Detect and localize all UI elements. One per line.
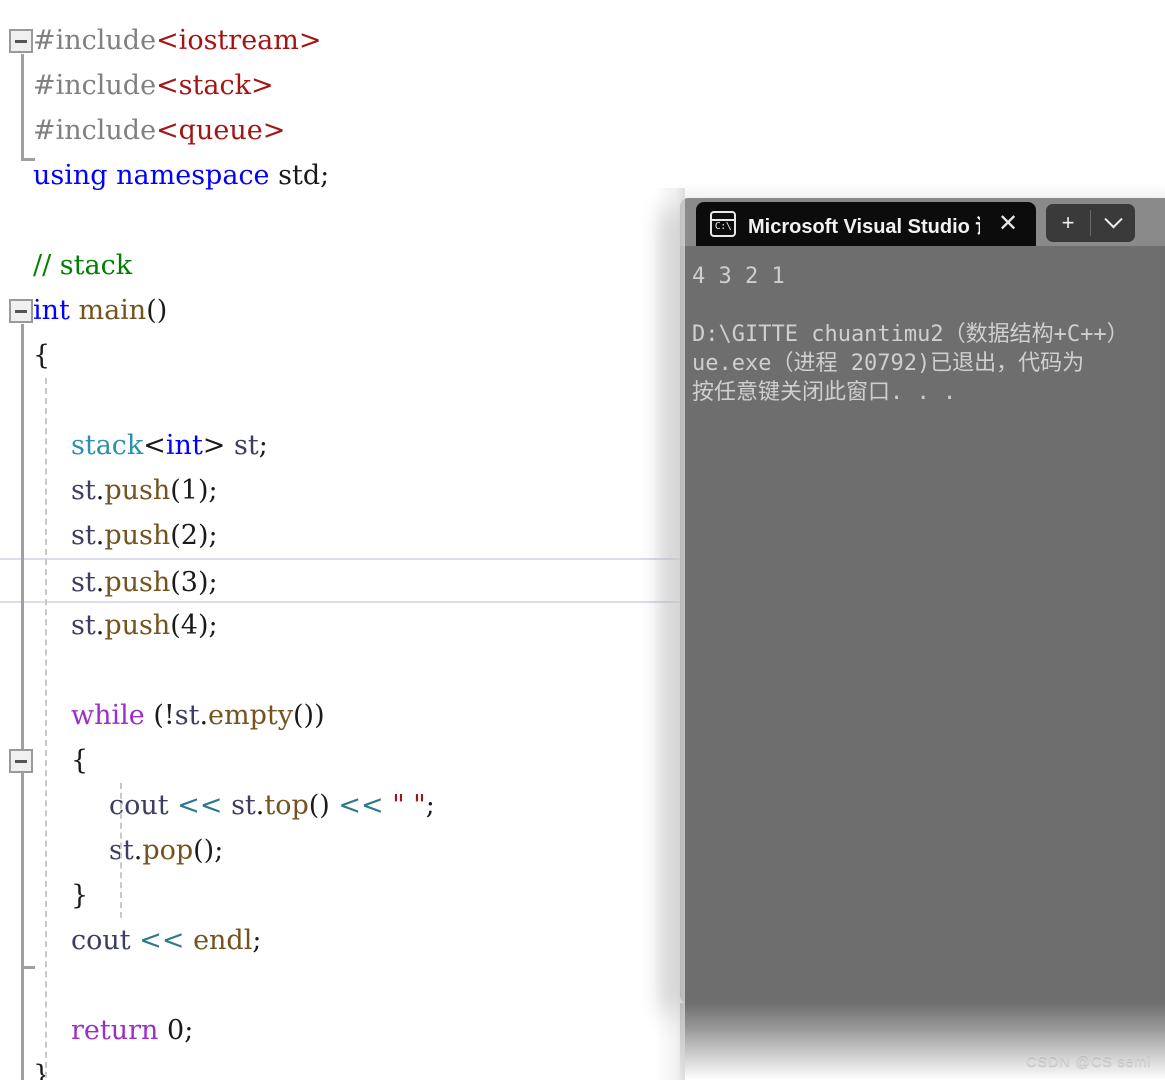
terminal-tab[interactable]: C:\ Microsoft Visual Studio 调试控 ✕ — [696, 202, 1037, 246]
fold-toggle-button[interactable] — [9, 29, 33, 53]
console-output-area[interactable]: 4 3 2 1 D:\GITTE chuantimu2（数据结构+C++） ue… — [680, 246, 1165, 1004]
fold-rail-end — [21, 966, 35, 969]
terminal-tab-title: Microsoft Visual Studio 调试控 — [748, 215, 980, 238]
watermark: CSDN @CS semi — [1025, 1053, 1151, 1070]
code-token: stack — [71, 430, 144, 461]
code-line[interactable]: #include<iostream> — [0, 18, 1165, 63]
code-token: main — [78, 295, 147, 326]
code-token: < — [143, 430, 166, 461]
code-token: ); — [197, 567, 218, 598]
code-token: ); — [197, 520, 218, 551]
code-token: #include — [33, 70, 157, 101]
code-token: int — [165, 430, 203, 461]
code-token: std; — [269, 160, 330, 191]
code-token: push — [104, 520, 171, 551]
code-token: ); — [197, 475, 218, 506]
code-line[interactable]: #include<stack> — [0, 63, 1165, 108]
code-token: empty — [208, 700, 293, 731]
code-token: using namespace — [33, 160, 270, 191]
code-token: ; — [258, 430, 268, 461]
code-token: st — [71, 610, 96, 641]
code-token: . — [199, 700, 209, 731]
console-output-text: 4 3 2 1 D:\GITTE chuantimu2（数据结构+C++） ue… — [692, 264, 1129, 405]
code-token: << — [338, 790, 384, 821]
chevron-glyph — [1103, 209, 1123, 228]
terminal-titlebar[interactable]: C:\ Microsoft Visual Studio 调试控 ✕ + — [680, 198, 1165, 246]
console-window[interactable]: C:\ Microsoft Visual Studio 调试控 ✕ + 4 3 … — [680, 198, 1165, 1004]
code-token: ); — [197, 610, 218, 641]
indent-guide — [45, 378, 47, 1080]
fold-rail — [21, 54, 24, 160]
code-token: <queue> — [156, 115, 286, 146]
code-token: st — [71, 475, 96, 506]
code-token: ; — [252, 925, 262, 956]
screenshot-root: #include<iostream> #include<stack> #includ… — [0, 0, 1165, 1080]
indent-guide — [120, 783, 122, 918]
code-token: st — [231, 790, 256, 821]
code-token: <stack> — [156, 70, 274, 101]
code-token: () — [308, 790, 339, 821]
code-token: ; — [425, 790, 435, 821]
code-token: " " — [392, 790, 426, 821]
code-line[interactable]: using namespace std; — [0, 153, 1165, 198]
code-token: ( — [170, 520, 181, 551]
code-token: top — [264, 790, 309, 821]
code-token: << — [139, 925, 185, 956]
chevron-down-icon[interactable] — [1091, 204, 1135, 242]
code-token: <iostream> — [156, 25, 322, 56]
code-token: ()) — [293, 700, 325, 731]
fold-rail — [21, 774, 24, 968]
code-token: cout — [71, 925, 131, 956]
code-token: st — [71, 567, 96, 598]
code-token: } — [71, 880, 89, 911]
code-line[interactable]: #include<queue> — [0, 108, 1165, 153]
code-token: ( — [170, 567, 181, 598]
code-token: () — [146, 295, 168, 326]
code-token: 2 — [180, 520, 198, 551]
terminal-tab-controls[interactable]: + — [1046, 204, 1136, 242]
code-token: 1 — [180, 475, 198, 506]
code-token: st — [234, 430, 259, 461]
code-token: push — [104, 610, 171, 641]
code-token: 0 — [167, 1015, 185, 1046]
new-tab-button[interactable]: + — [1046, 204, 1090, 242]
fold-toggle-button[interactable] — [9, 749, 33, 773]
code-token: { — [33, 340, 51, 371]
code-token: (); — [193, 835, 224, 866]
code-token: cout — [109, 790, 169, 821]
code-token: return — [71, 1015, 159, 1046]
fold-toggle-button[interactable] — [9, 299, 33, 323]
code-token: (! — [144, 700, 175, 731]
code-token: int — [33, 295, 70, 326]
code-token: << — [177, 790, 223, 821]
console-icon-label: C:\ — [714, 221, 732, 232]
code-token: ; — [184, 1015, 194, 1046]
code-token: st — [71, 520, 96, 551]
code-token: 4 — [180, 610, 198, 641]
code-token: 3 — [180, 567, 198, 598]
code-token: #include — [33, 25, 157, 56]
console-icon: C:\ — [710, 211, 736, 237]
close-icon[interactable]: ✕ — [992, 212, 1024, 236]
code-token: { — [71, 745, 89, 776]
code-token: #include — [33, 115, 157, 146]
code-token: // stack — [33, 250, 133, 281]
code-token: ( — [170, 475, 181, 506]
code-token: endl — [193, 925, 253, 956]
code-token: push — [104, 567, 171, 598]
code-token: while — [71, 700, 145, 731]
code-token: pop — [142, 835, 194, 866]
code-token: push — [104, 475, 171, 506]
code-token: } — [33, 1060, 51, 1080]
code-token: > — [202, 430, 235, 461]
fold-rail-end — [21, 158, 35, 161]
code-token: ( — [170, 610, 181, 641]
code-token: st — [174, 700, 200, 731]
